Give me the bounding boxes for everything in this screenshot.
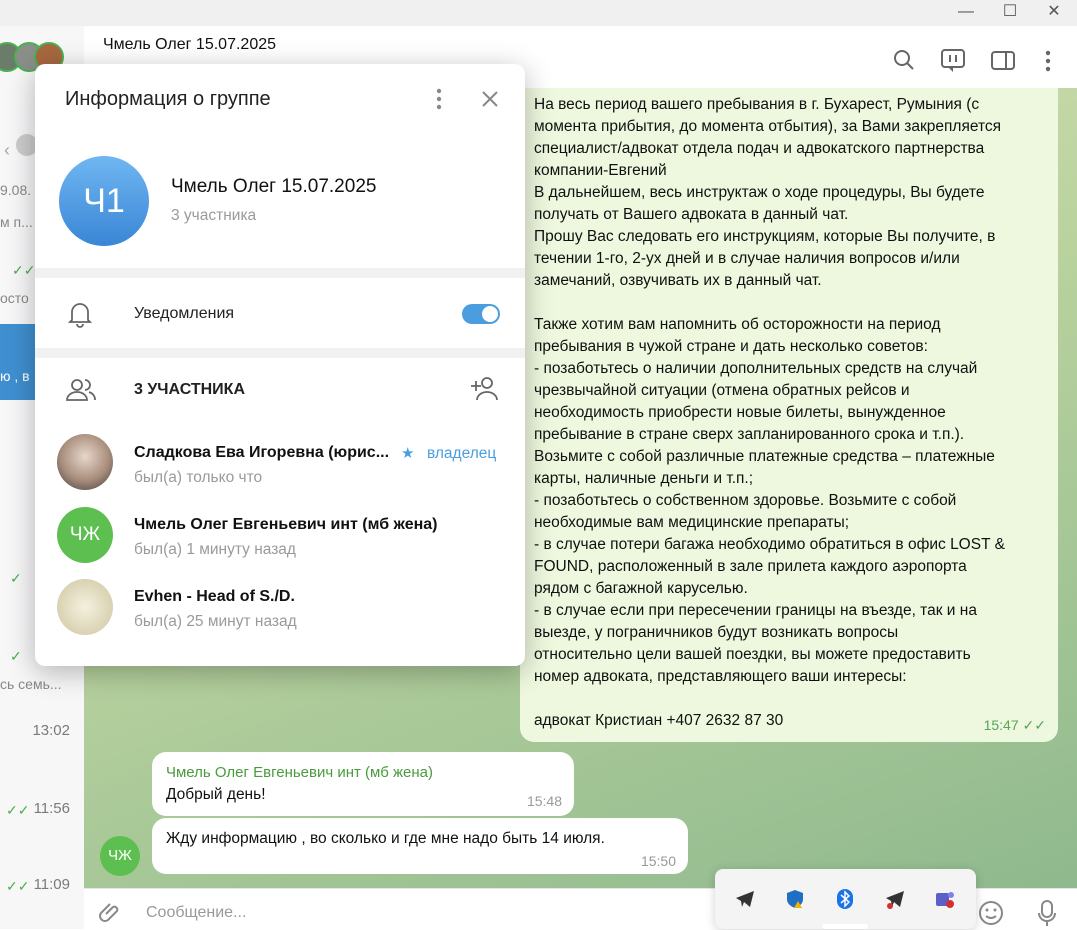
avatar[interactable] <box>57 434 113 490</box>
divider <box>35 348 525 358</box>
read-check-icon: ✓✓ <box>6 802 30 818</box>
chat-time: 11:56 <box>33 800 70 817</box>
chat-title[interactable]: Чмель Олег 15.07.2025 <box>103 36 276 54</box>
paperclip-icon[interactable] <box>98 900 124 926</box>
member-name[interactable]: Evhen - Head of S./D. <box>134 588 295 606</box>
chat-list-fragment: ю , в <box>0 368 30 384</box>
member-role: владелец <box>427 445 497 462</box>
members-icon <box>66 379 96 401</box>
group-info-dialog: Информация о группе Ч1 Чмель Олег 15.07.… <box>35 64 525 666</box>
window-titlebar: — ☐ ✕ <box>0 0 1077 26</box>
member-name[interactable]: Сладкова Ева Игоревна (юрис... <box>134 444 392 462</box>
message-sender[interactable]: Чмель Олег Евгеньевич инт (мб жена) <box>166 762 433 784</box>
security-shield-icon[interactable] <box>784 888 806 910</box>
more-vertical-icon[interactable] <box>429 86 449 112</box>
avatar[interactable]: ЧЖ <box>57 507 113 563</box>
message-time: 15:47 ✓✓ <box>983 717 1046 733</box>
add-member-icon[interactable] <box>469 374 501 402</box>
message-bubble-incoming[interactable]: Жду информацию , во сколько и где мне на… <box>152 818 688 874</box>
group-name: Чмель Олег 15.07.2025 <box>171 176 377 197</box>
minimize-button[interactable]: — <box>955 2 977 22</box>
teams-icon[interactable] <box>934 888 956 910</box>
bluetooth-icon[interactable] <box>834 888 856 910</box>
read-check-icon: ✓ <box>10 648 22 664</box>
emoji-icon[interactable] <box>978 900 1004 926</box>
message-bubble-outgoing[interactable]: На весь период вашего пребывания в г. Бу… <box>520 88 1058 742</box>
message-time: 15:48 <box>526 793 562 809</box>
sidebar-toggle-icon[interactable] <box>988 46 1018 76</box>
member-status: был(а) 1 минуту назад <box>134 541 296 558</box>
chevron-left-icon[interactable]: ‹ <box>4 140 10 161</box>
avatar[interactable] <box>57 579 113 635</box>
chat-time: 11:09 <box>33 876 70 893</box>
member-status: был(а) 25 минут назад <box>134 613 297 630</box>
telegram-alt-icon[interactable] <box>884 888 906 910</box>
maximize-button[interactable]: ☐ <box>999 2 1021 22</box>
double-check-icon: ✓✓ <box>1022 717 1046 733</box>
close-icon[interactable] <box>479 88 501 110</box>
message-text: На весь период вашего пребывания в г. Бу… <box>534 96 1005 729</box>
telegram-icon[interactable] <box>734 888 756 910</box>
notifications-toggle[interactable] <box>462 304 500 324</box>
tray-indicator <box>822 924 868 929</box>
live-stream-icon[interactable] <box>938 46 968 76</box>
divider <box>35 268 525 278</box>
group-avatar[interactable]: Ч1 <box>59 156 149 246</box>
chat-list-fragment: осто <box>0 290 29 306</box>
more-vertical-icon[interactable] <box>1033 46 1063 76</box>
message-text: Жду информацию , во сколько и где мне на… <box>166 830 605 847</box>
message-bubble-incoming[interactable]: Чмель Олег Евгеньевич инт (мб жена) Добр… <box>152 752 574 816</box>
microphone-icon[interactable] <box>1034 898 1060 928</box>
message-text: Добрый день! <box>166 786 266 803</box>
chat-list-fragment: 9.08. <box>0 182 32 198</box>
dialog-title: Информация о группе <box>65 88 271 110</box>
owner-star-icon: ★ <box>401 445 415 462</box>
member-name[interactable]: Чмель Олег Евгеньевич инт (мб жена) <box>134 516 437 534</box>
members-header: 3 УЧАСТНИКА <box>134 381 245 398</box>
read-check-icon: ✓✓ <box>6 878 30 894</box>
bell-icon <box>67 303 93 328</box>
read-check-icon: ✓✓ <box>12 262 36 278</box>
close-window-button[interactable]: ✕ <box>1043 2 1065 22</box>
search-icon[interactable] <box>890 46 920 76</box>
message-time: 15:50 <box>640 853 676 869</box>
chat-time: 13:02 <box>32 722 70 739</box>
chat-list-fragment: сь семь... <box>0 676 62 692</box>
avatar[interactable]: ЧЖ <box>100 836 140 876</box>
read-check-icon: ✓ <box>10 570 22 586</box>
member-status: был(а) только что <box>134 469 263 486</box>
message-input[interactable]: Сообщение... <box>146 904 246 922</box>
group-member-count: 3 участника <box>171 207 257 224</box>
chat-list-fragment: м п... <box>0 214 33 230</box>
notifications-label: Уведомления <box>134 305 235 322</box>
